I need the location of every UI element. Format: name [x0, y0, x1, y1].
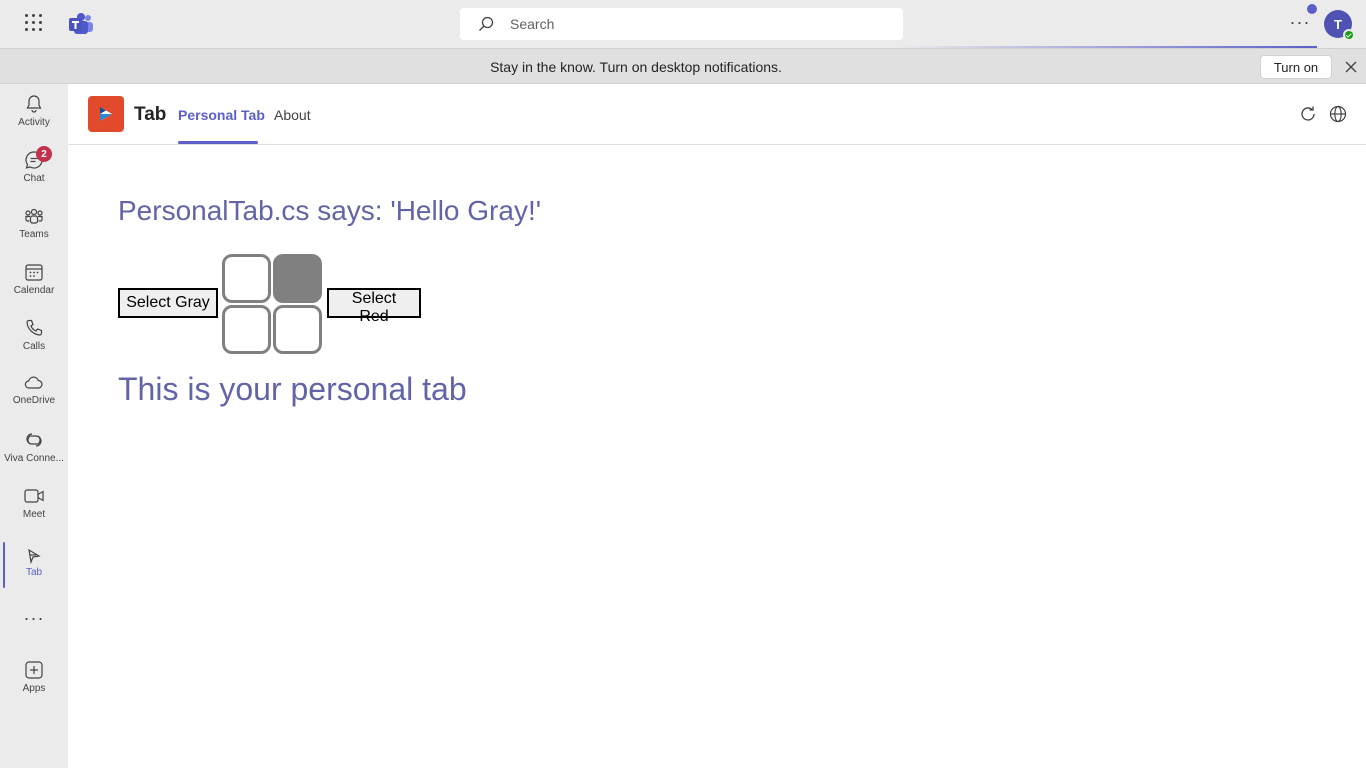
select-gray-button[interactable]: Select Gray: [118, 288, 218, 318]
rail-item-label: Activity: [18, 117, 50, 128]
left-rail: Activity Chat 2 Teams Calendar Calls One…: [0, 84, 68, 768]
personal-tab-text: This is your personal tab: [118, 371, 467, 407]
rail-item-label: Tab: [25, 567, 43, 578]
tab-personal-tab[interactable]: Personal Tab: [178, 107, 265, 123]
rail-item-label: Calls: [22, 341, 46, 352]
tab-app-icon: [28, 548, 41, 564]
notification-banner: Stay in the know. Turn on desktop notifi…: [0, 48, 1366, 84]
viva-icon: [26, 433, 42, 447]
avatar[interactable]: T: [1324, 10, 1355, 41]
rail-item-label: Calendar: [13, 285, 55, 296]
active-tab-underline: [178, 141, 258, 144]
search-placeholder: Search: [510, 16, 555, 32]
rail-item-tab[interactable]: Tab: [0, 538, 68, 594]
rail-item-activity[interactable]: Activity: [0, 84, 68, 140]
notification-message: Stay in the know. Turn on desktop notifi…: [490, 59, 782, 75]
rail-item-label: Chat: [23, 173, 45, 184]
chat-unread-badge: 2: [36, 146, 52, 162]
rail-item-label: OneDrive: [12, 395, 56, 406]
teams-logo-icon[interactable]: [68, 12, 94, 36]
grid-cell-bottom-left: [222, 305, 271, 354]
rail-item-calendar[interactable]: Calendar: [0, 252, 68, 308]
bell-icon: [26, 95, 42, 113]
notification-dot: [1307, 4, 1317, 14]
presence-available-icon: [1343, 29, 1355, 41]
rail-item-apps[interactable]: Apps: [0, 650, 68, 706]
grid-cell-top-right: [273, 254, 322, 303]
rail-item-label: Teams: [19, 229, 49, 240]
rail-item-label: Apps: [22, 683, 46, 694]
teams-icon: [25, 208, 43, 224]
calendar-icon: [25, 264, 43, 281]
top-bar: Search ··· T: [0, 0, 1366, 48]
rail-item-onedrive[interactable]: OneDrive: [0, 364, 68, 420]
avatar-initial: T: [1334, 16, 1342, 32]
app-title: Tab: [134, 104, 167, 125]
more-apps-icon[interactable]: ···: [0, 608, 68, 632]
more-options-icon[interactable]: ···: [1288, 13, 1312, 34]
rail-item-label: Viva Conne...: [4, 453, 64, 464]
close-icon[interactable]: [1342, 58, 1360, 76]
turn-on-button[interactable]: Turn on: [1260, 55, 1332, 79]
search-icon: [479, 16, 494, 31]
rail-item-meet[interactable]: Meet: [0, 476, 68, 532]
globe-icon[interactable]: [1328, 104, 1348, 124]
rail-item-chat[interactable]: Chat: [0, 140, 68, 196]
refresh-icon[interactable]: [1298, 104, 1318, 124]
add-apps-icon: [25, 661, 43, 679]
app-header: Tab Personal Tab About: [68, 84, 1366, 145]
grid-cell-bottom-right: [273, 305, 322, 354]
main-panel: Tab Personal Tab About PersonalTab.cs sa…: [68, 84, 1366, 768]
tab-logo-icon: [100, 107, 112, 121]
search-input[interactable]: Search: [460, 8, 903, 40]
app-icon: [88, 96, 124, 132]
rail-item-teams[interactable]: Teams: [0, 196, 68, 252]
tab-about[interactable]: About: [274, 107, 311, 123]
rail-item-calls[interactable]: Calls: [0, 308, 68, 364]
cloud-icon: [24, 376, 43, 389]
select-red-button[interactable]: Select Red: [327, 288, 421, 325]
greeting-heading: PersonalTab.cs says: 'Hello Gray!': [118, 195, 542, 226]
grid-cell-top-left: [222, 254, 271, 303]
video-icon: [24, 489, 44, 503]
rail-item-label: Meet: [22, 509, 46, 520]
waffle-icon[interactable]: [22, 12, 46, 36]
phone-icon: [26, 319, 43, 336]
rail-item-viva-connections[interactable]: Viva Conne...: [0, 420, 68, 476]
